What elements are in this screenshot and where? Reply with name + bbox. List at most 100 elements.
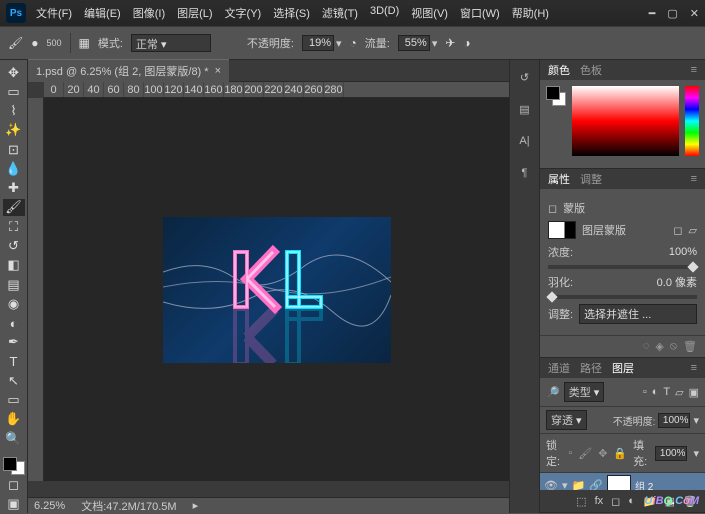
pen-tool-icon[interactable]: ✒ — [3, 334, 25, 351]
magic-wand-tool-icon[interactable]: ✨ — [3, 122, 25, 139]
filter-image-icon[interactable]: ▫ — [643, 386, 647, 399]
feather-value[interactable]: 0.0 像素 — [657, 274, 697, 290]
gradient-tool-icon[interactable]: ▤ — [3, 276, 25, 293]
screen-mode-icon[interactable]: ▣ — [3, 496, 25, 513]
density-slider[interactable] — [548, 265, 697, 269]
filter-shape-icon[interactable]: ▱ — [675, 386, 683, 399]
healing-brush-tool-icon[interactable]: ✚ — [3, 180, 25, 197]
lock-all-icon[interactable]: 🔒 — [613, 447, 627, 460]
brush-panel-icon[interactable]: ▦ — [79, 36, 90, 50]
filter-smart-icon[interactable]: ▣ — [689, 386, 699, 399]
move-tool-icon[interactable]: ✥ — [3, 64, 25, 81]
delete-layer-icon[interactable]: 🗑 — [683, 495, 697, 508]
layers-menu-icon[interactable]: ≡ — [691, 362, 697, 374]
filter-type-icon[interactable]: T — [663, 386, 670, 399]
blend-mode-select[interactable]: 正常 ▾ — [131, 34, 211, 52]
color-panel-menu-icon[interactable]: ≡ — [691, 64, 697, 76]
delete-mask-icon[interactable]: 🗑 — [683, 340, 697, 353]
lock-transparent-icon[interactable]: ▫ — [568, 447, 572, 459]
layer-name[interactable]: 组 2 — [635, 478, 653, 491]
layer-opacity-input[interactable] — [658, 413, 690, 428]
add-mask-icon[interactable]: ◻ — [611, 495, 620, 508]
menu-3d[interactable]: 3D(D) — [370, 5, 399, 21]
menu-file[interactable]: 文件(F) — [36, 5, 72, 21]
menu-image[interactable]: 图像(I) — [133, 5, 165, 21]
density-value[interactable]: 100% — [669, 246, 697, 258]
ruler-vertical[interactable] — [28, 98, 44, 481]
pressure-size-icon[interactable]: ◑ — [463, 36, 470, 50]
menu-select[interactable]: 选择(S) — [273, 5, 310, 21]
feather-slider[interactable] — [548, 295, 697, 299]
doc-info[interactable]: 文档:47.2M/170.5M — [81, 498, 176, 514]
lock-position-icon[interactable]: ✥ — [598, 447, 607, 460]
brushes-icon[interactable]: ▤ — [514, 98, 536, 120]
add-adjustment-icon[interactable]: ◐ — [628, 495, 635, 507]
hand-tool-icon[interactable]: ✋ — [3, 411, 25, 428]
layer-mask-thumb[interactable] — [607, 475, 631, 490]
menu-edit[interactable]: 编辑(E) — [84, 5, 121, 21]
tool-preset-icon[interactable]: 🖌 — [8, 36, 23, 50]
menu-window[interactable]: 窗口(W) — [460, 5, 500, 21]
status-dropdown-icon[interactable]: ▸ — [193, 499, 199, 512]
window-maximize-icon[interactable]: ▢ — [667, 7, 677, 20]
history-icon[interactable]: ↺ — [514, 66, 536, 88]
filter-icon[interactable]: 🔎 — [546, 386, 560, 399]
eyedropper-tool-icon[interactable]: 💧 — [3, 160, 25, 177]
paths-tab[interactable]: 路径 — [580, 360, 602, 376]
brush-preview-icon[interactable]: ● — [31, 36, 38, 50]
new-group-icon[interactable]: 📁 — [643, 495, 657, 508]
channels-tab[interactable]: 通道 — [548, 360, 570, 376]
flow-dropdown-icon[interactable]: ▾ — [432, 37, 438, 50]
fill-input[interactable] — [655, 446, 687, 461]
document-tab-close-icon[interactable]: × — [215, 65, 221, 77]
eraser-tool-icon[interactable]: ◧ — [3, 257, 25, 274]
vector-mask-icon[interactable]: ▱ — [689, 224, 697, 237]
path-tool-icon[interactable]: ↖ — [3, 372, 25, 389]
window-close-icon[interactable]: ✕ — [690, 7, 699, 20]
fill-dropdown-icon[interactable]: ▾ — [693, 447, 699, 460]
properties-menu-icon[interactable]: ≡ — [691, 173, 697, 185]
swatches-tab[interactable]: 色板 — [580, 62, 602, 78]
filter-adjust-icon[interactable]: ◐ — [652, 386, 659, 399]
paragraph-icon[interactable]: ¶ — [514, 162, 536, 184]
blend-mode-layer-select[interactable]: 穿透 ▾ — [546, 410, 587, 430]
opacity-dropdown-icon[interactable]: ▾ — [336, 37, 342, 50]
flow-input[interactable] — [398, 35, 430, 51]
select-and-mask-button[interactable]: 选择并遮住 ... — [579, 304, 697, 324]
adjustments-tab[interactable]: 调整 — [580, 171, 602, 187]
layer-opacity-dropdown-icon[interactable]: ▾ — [693, 414, 699, 427]
color-tab[interactable]: 颜色 — [548, 62, 570, 78]
menu-layer[interactable]: 图层(L) — [177, 5, 212, 21]
new-layer-icon[interactable]: ▣ — [665, 495, 675, 508]
stamp-tool-icon[interactable]: ⛶ — [3, 218, 25, 235]
blur-tool-icon[interactable]: ◉ — [3, 295, 25, 312]
apply-mask-icon[interactable]: ◈ — [655, 340, 663, 353]
color-field[interactable] — [572, 86, 679, 156]
ruler-horizontal[interactable]: 020406080100120140160180200220240260280 — [44, 82, 509, 98]
shape-tool-icon[interactable]: ▭ — [3, 392, 25, 409]
zoom-level[interactable]: 6.25% — [34, 500, 65, 512]
menu-view[interactable]: 视图(V) — [411, 5, 448, 21]
load-selection-icon[interactable]: ◌ — [643, 340, 650, 353]
lasso-tool-icon[interactable]: ⌇ — [3, 103, 25, 120]
layers-tab[interactable]: 图层 — [612, 360, 634, 376]
brush-size-value[interactable]: 500 — [46, 38, 61, 48]
opacity-input[interactable] — [302, 35, 334, 51]
layer-row[interactable]: 👁 ▾ 📁 🔗 组 2 — [540, 473, 705, 490]
lock-image-icon[interactable]: 🖌 — [578, 447, 592, 460]
menu-help[interactable]: 帮助(H) — [512, 5, 549, 21]
window-minimize-icon[interactable]: ━ — [649, 7, 656, 20]
layer-filter-select[interactable]: 类型 ▾ — [564, 382, 605, 402]
crop-tool-icon[interactable]: ⊡ — [3, 141, 25, 158]
document-tab[interactable]: 1.psd @ 6.25% (组 2, 图层蒙版/8) * × — [28, 59, 229, 82]
mask-thumbnail[interactable] — [548, 221, 576, 239]
disable-mask-icon[interactable]: ⦸ — [670, 340, 677, 353]
marquee-tool-icon[interactable]: ▭ — [3, 83, 25, 100]
group-fold-icon[interactable]: ▾ — [562, 479, 568, 491]
character-icon[interactable]: A| — [514, 130, 536, 152]
color-swatch-fgbg[interactable] — [546, 86, 566, 106]
color-swatch[interactable] — [3, 457, 25, 474]
properties-tab[interactable]: 属性 — [548, 171, 570, 187]
layer-style-icon[interactable]: fx — [595, 495, 604, 507]
dodge-tool-icon[interactable]: ◐ — [3, 314, 25, 331]
